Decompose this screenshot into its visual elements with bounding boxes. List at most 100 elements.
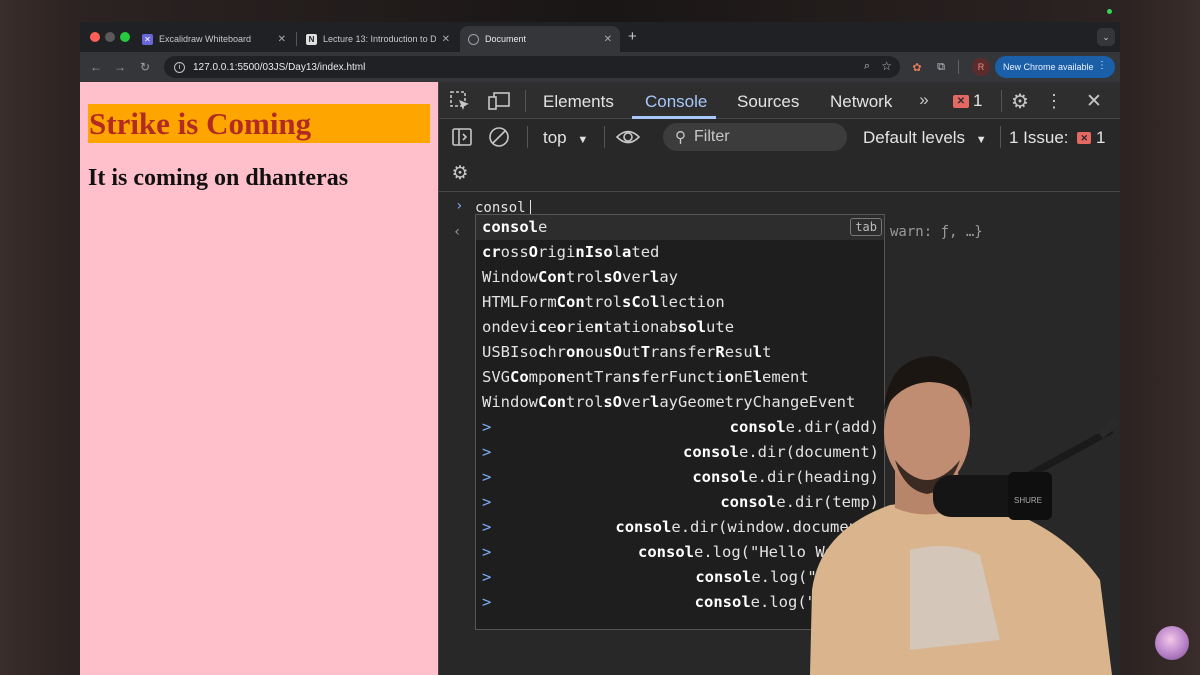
log-levels-dropdown[interactable]: Default levels ▼: [863, 128, 987, 148]
profile-avatar[interactable]: R: [972, 58, 990, 76]
clear-console-icon[interactable]: [488, 126, 510, 148]
filter-placeholder: Filter: [694, 128, 730, 145]
extensions-puzzle-icon[interactable]: ⧉: [932, 58, 950, 76]
result-preview: warn: ƒ, …}: [890, 224, 983, 240]
close-window-button[interactable]: [90, 32, 100, 42]
issue-error-icon: ✕: [1077, 132, 1092, 144]
suggestion-rest: e: [538, 218, 548, 236]
toolbar-divider: [958, 60, 959, 74]
more-options-icon[interactable]: ⋮: [1045, 89, 1063, 113]
tab-title: Excalidraw Whiteboard: [159, 34, 252, 44]
tab-document[interactable]: Document ✕: [460, 26, 620, 52]
page-paragraph: It is coming on dhanteras: [88, 165, 349, 191]
console-toolbar: top ▼ ⚲ Filter Default levels ▼ 1 Issue:…: [439, 119, 1120, 155]
back-icon[interactable]: ←: [87, 58, 105, 76]
error-count: 1: [973, 91, 983, 110]
reload-icon[interactable]: ↻: [136, 58, 154, 76]
more-menu-icon: ⋮: [1097, 60, 1107, 71]
tab-search-button[interactable]: ⌄: [1097, 28, 1115, 46]
site-info-icon[interactable]: i: [174, 61, 185, 73]
tab-network[interactable]: Network: [830, 92, 892, 112]
browser-toolbar: ← → ↻ i 127.0.0.1:5500/03JS/Day13/index.…: [80, 52, 1120, 82]
bookmark-star-icon[interactable]: ☆: [881, 59, 892, 73]
console-settings-gear-icon[interactable]: ⚙: [449, 162, 471, 184]
excalidraw-icon: ✕: [142, 33, 153, 45]
maximize-window-button[interactable]: [120, 32, 130, 42]
prompt-chevron-icon: ›: [455, 198, 464, 214]
filter-input[interactable]: ⚲ Filter: [663, 123, 847, 151]
result-chevron-icon: ‹: [453, 224, 462, 240]
tab-elements[interactable]: Elements: [543, 92, 614, 112]
tab-title: Document: [485, 34, 527, 44]
tab-title: Lecture 13: Introduction to D: [323, 34, 436, 44]
page-viewport: Strike is Coming It is coming on dhanter…: [80, 82, 438, 675]
tab-console[interactable]: Console: [645, 92, 707, 112]
suggestion-item[interactable]: WindowControlsOverlay: [476, 265, 884, 290]
toolbar-divider: [1000, 126, 1001, 148]
tab-excalidraw[interactable]: ✕ Excalidraw Whiteboard ✕: [134, 26, 294, 52]
zoom-icon[interactable]: ⌕: [864, 60, 870, 73]
log-levels-value: Default levels: [863, 128, 966, 147]
tab-hint-badge: tab: [850, 218, 882, 236]
history-chevron-icon: >: [482, 543, 492, 561]
history-chevron-icon: >: [482, 518, 492, 536]
issues-button[interactable]: 1 Issue: ✕ 1: [1009, 128, 1105, 148]
page-heading: Strike is Coming: [88, 104, 430, 143]
extension-icon[interactable]: ✿: [908, 58, 926, 76]
tab-separator: [296, 32, 297, 46]
dropdown-arrow-icon: ▼: [975, 134, 987, 146]
context-selector[interactable]: top ▼: [543, 128, 588, 148]
live-expression-eye-icon[interactable]: [615, 126, 641, 148]
suggestion-item[interactable]: ondeviceorientationabsolute: [476, 315, 884, 340]
update-chrome-label: New Chrome available: [1003, 62, 1094, 72]
close-tab-icon[interactable]: ✕: [604, 34, 612, 45]
dropdown-arrow-icon: ▼: [577, 134, 589, 146]
devtools-tab-bar: Elements Console Sources Network » ✕ 1 ⚙…: [439, 82, 1120, 119]
suggestion-item[interactable]: HTMLFormControlsCollection: [476, 290, 884, 315]
more-tabs-icon[interactable]: »: [913, 90, 935, 110]
history-chevron-icon: >: [482, 493, 492, 511]
url-text: 127.0.0.1:5500/03JS/Day13/index.html: [193, 61, 366, 73]
sidebar-toggle-icon[interactable]: [451, 126, 473, 148]
channel-avatar: [1155, 626, 1189, 660]
suggestion-item[interactable]: console tab: [476, 215, 884, 240]
toolbar-divider: [525, 90, 526, 112]
toolbar-divider: [604, 126, 605, 148]
tab-lecture[interactable]: N Lecture 13: Introduction to D ✕: [298, 26, 458, 52]
suggestion-item[interactable]: crossOriginIsolated: [476, 240, 884, 265]
history-chevron-icon: >: [482, 593, 492, 611]
svg-text:SHURE: SHURE: [1014, 496, 1042, 505]
tab-sources[interactable]: Sources: [737, 92, 799, 112]
error-icon: ✕: [953, 94, 969, 108]
close-tab-icon[interactable]: ✕: [442, 34, 450, 45]
history-chevron-icon: >: [482, 418, 492, 436]
filter-funnel-icon: ⚲: [675, 129, 686, 146]
close-devtools-icon[interactable]: ✕: [1084, 89, 1104, 113]
camera-indicator: [1107, 9, 1112, 14]
notion-icon: N: [306, 33, 317, 45]
issues-count: 1: [1096, 128, 1106, 147]
new-tab-button[interactable]: +: [628, 28, 637, 45]
webcam-overlay: SHURE: [810, 356, 1120, 675]
close-tab-icon[interactable]: ✕: [278, 34, 286, 45]
suggestion-match: consol: [482, 218, 538, 236]
error-counter[interactable]: ✕ 1: [953, 91, 982, 111]
device-toolbar-icon[interactable]: [487, 90, 511, 112]
globe-icon: [468, 33, 479, 45]
inspect-element-icon[interactable]: [449, 90, 471, 112]
context-value: top: [543, 128, 567, 147]
update-chrome-button[interactable]: New Chrome available ⋮: [995, 56, 1115, 78]
history-chevron-icon: >: [482, 443, 492, 461]
history-chevron-icon: >: [482, 568, 492, 586]
tab-strip: ✕ Excalidraw Whiteboard ✕ N Lecture 13: …: [80, 22, 1120, 52]
console-settings-row: ⚙: [439, 155, 1120, 192]
screen: ✕ Excalidraw Whiteboard ✕ N Lecture 13: …: [0, 0, 1200, 675]
issues-label: 1 Issue:: [1009, 128, 1069, 147]
address-bar[interactable]: i 127.0.0.1:5500/03JS/Day13/index.html ⌕…: [164, 56, 900, 78]
minimize-window-button[interactable]: [105, 32, 115, 42]
forward-icon[interactable]: →: [111, 58, 129, 76]
toolbar-divider: [527, 126, 528, 148]
history-chevron-icon: >: [482, 468, 492, 486]
settings-gear-icon[interactable]: ⚙: [1008, 89, 1032, 113]
toolbar-divider: [1001, 90, 1002, 112]
